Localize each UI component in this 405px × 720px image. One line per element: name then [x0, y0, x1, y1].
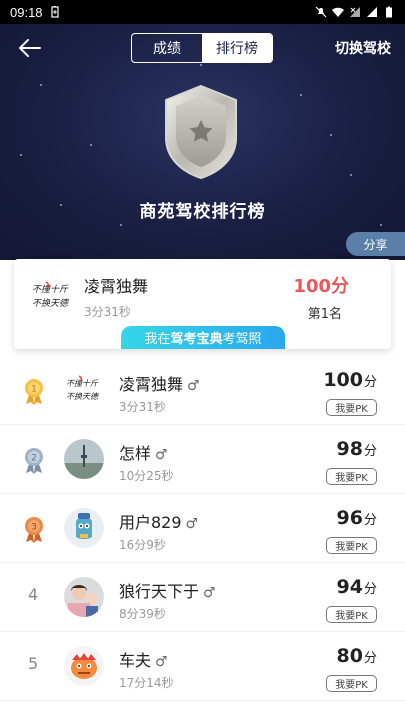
- share-button[interactable]: 分享: [346, 232, 405, 256]
- my-score: 100分: [293, 276, 349, 297]
- avatar: [64, 577, 104, 617]
- user-score: 100分: [323, 369, 377, 391]
- pk-button[interactable]: 我要PK: [326, 399, 377, 416]
- user-name: 车夫: [119, 651, 152, 670]
- my-rank: 第1名: [307, 307, 342, 322]
- svg-text:2: 2: [31, 454, 37, 464]
- pk-button[interactable]: 我要PK: [326, 606, 377, 623]
- silver-medal-icon: 2: [25, 448, 43, 474]
- user-time: 16分9秒: [119, 538, 166, 552]
- list-item[interactable]: 2 怎样 ♂ 10分25秒 98分 我要PK: [0, 425, 405, 494]
- user-name: 用户829: [119, 513, 182, 532]
- leaderboard-list: 1 不撞十斤 不换天德 凌霄独舞 ♂ 3分31秒 100分 我要PK 2 怎样 ♂ …: [0, 356, 405, 701]
- list-item[interactable]: 4 狼行天下于 ♂ 8分39秒 94分 我要PK: [0, 563, 405, 632]
- signal-icon: [367, 7, 377, 17]
- list-item[interactable]: 1 不撞十斤 不换天德 凌霄独舞 ♂ 3分31秒 100分 我要PK: [0, 356, 405, 425]
- svg-text:3: 3: [31, 523, 37, 533]
- page-title: 商苑驾校排行榜: [139, 202, 266, 222]
- mute-icon: [315, 6, 327, 18]
- my-time: 3分31秒: [84, 305, 131, 319]
- status-time: 09:18: [10, 4, 43, 20]
- battery-saver-icon: [50, 6, 59, 18]
- avatar: [64, 508, 104, 548]
- my-rank-card: 不撞十斤 不换天德 凌霄独舞 3分31秒 100分 第1名 我在 驾考宝典 考驾照: [14, 259, 391, 349]
- pk-button[interactable]: 我要PK: [326, 537, 377, 554]
- shield-badge-icon: [165, 84, 237, 180]
- hero-banner: 成绩 排行榜 切换驾校 商苑驾校排行榜: [0, 24, 405, 260]
- pk-button[interactable]: 我要PK: [326, 468, 377, 485]
- male-icon: ♂: [203, 585, 216, 601]
- rank-number: 4: [28, 585, 39, 604]
- pk-button[interactable]: 我要PK: [326, 675, 377, 692]
- user-name: 怎样: [119, 444, 152, 463]
- avatar: [64, 646, 104, 686]
- male-icon: ♂: [185, 516, 199, 532]
- user-time: 17分14秒: [119, 676, 174, 690]
- svg-text:不换天德: 不换天德: [32, 298, 70, 309]
- male-icon: ♂: [187, 378, 200, 394]
- promo-banner[interactable]: 我在 驾考宝典 考驾照: [121, 326, 285, 349]
- svg-text:1: 1: [31, 385, 37, 395]
- user-name: 狼行天下于: [119, 582, 200, 601]
- wifi-icon: [332, 7, 344, 17]
- svg-text:不换天德: 不换天德: [66, 392, 100, 401]
- avatar: 不撞十斤 不换天德: [64, 370, 104, 410]
- tab-score[interactable]: 成绩: [132, 34, 202, 62]
- bronze-medal-icon: 3: [25, 517, 43, 543]
- list-item[interactable]: 5 车夫 ♂ 17分14秒 80分 我要PK: [0, 632, 405, 701]
- user-score: 98分: [336, 438, 377, 460]
- tab-switcher: 成绩 排行榜: [131, 33, 273, 63]
- svg-text:不撞十斤: 不撞十斤: [66, 379, 99, 388]
- rank-number: 5: [28, 654, 39, 673]
- user-time: 3分31秒: [119, 400, 166, 414]
- battery-icon: [386, 6, 392, 18]
- list-item[interactable]: 3 用户829 ♂ 16分9秒 96分 我要PK: [0, 494, 405, 563]
- my-name: 凌霄独舞: [84, 277, 149, 296]
- avatar-signature: 不撞十斤 不换天德: [32, 281, 70, 309]
- svg-text:不撞十斤: 不撞十斤: [32, 284, 69, 295]
- avatar: [64, 439, 104, 479]
- tab-leaderboard[interactable]: 排行榜: [202, 34, 272, 62]
- back-arrow-icon[interactable]: [16, 36, 46, 60]
- user-time: 8分39秒: [119, 607, 166, 621]
- user-score: 94分: [336, 576, 377, 598]
- switch-school-button[interactable]: 切换驾校: [335, 38, 391, 58]
- user-time: 10分25秒: [119, 469, 174, 483]
- status-bar: 09:18: [0, 0, 405, 24]
- user-score: 80分: [336, 645, 377, 667]
- male-icon: ♂: [155, 654, 168, 670]
- user-name: 凌霄独舞: [119, 375, 184, 394]
- user-score: 96分: [336, 507, 377, 529]
- signal-off-icon: [350, 7, 360, 17]
- gold-medal-icon: 1: [25, 379, 43, 405]
- male-icon: ♂: [155, 447, 168, 463]
